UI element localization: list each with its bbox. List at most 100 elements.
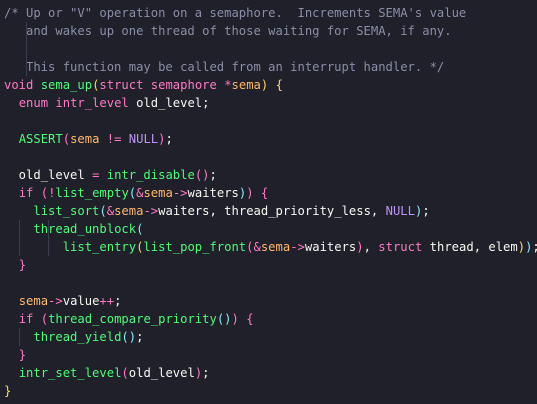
code-token: sema — [143, 186, 173, 200]
code-token: enum — [18, 96, 49, 110]
indent-guide — [26, 40, 28, 58]
indent-guide — [18, 328, 20, 346]
code-token: value — [62, 294, 100, 308]
code-line: sema->value++; — [0, 292, 537, 310]
code-line: } — [0, 346, 537, 364]
code-line: list_sort(&sema->waiters, thread_priorit… — [0, 202, 537, 220]
code-token: ) — [158, 132, 166, 146]
code-token: ( — [40, 312, 49, 326]
code-token: void — [4, 78, 34, 92]
code-token: ) — [246, 186, 254, 200]
code-token: -> — [48, 294, 63, 308]
code-line: list_entry(list_pop_front(&sema->waiters… — [0, 238, 537, 256]
code-token: ASSERT — [18, 132, 63, 146]
code-token: old_level; — [128, 96, 210, 110]
code-line: This function may be called from an inte… — [0, 58, 537, 76]
indent-guide — [18, 220, 20, 238]
code-token: list_sort — [33, 204, 100, 218]
code-token: ; — [114, 294, 122, 308]
code-token: NULL — [385, 204, 415, 218]
code-token: ( — [62, 132, 71, 146]
code-token: -> — [143, 204, 159, 218]
code-token: & — [253, 240, 261, 254]
code-line: } — [0, 382, 537, 400]
code-token: ; — [165, 132, 173, 146]
code-line: if (!list_empty(&sema->waiters)) { — [0, 184, 537, 202]
code-token: struct — [378, 240, 423, 254]
code-token: ; — [202, 366, 210, 380]
code-token: old_level — [128, 366, 195, 380]
code-line: if (thread_compare_priority()) { — [0, 310, 537, 328]
code-token: ( — [246, 240, 254, 254]
code-token: sema — [260, 240, 291, 254]
code-token: sema — [114, 204, 144, 218]
code-token: != — [106, 132, 122, 146]
code-editor[interactable]: /* Up or "V" operation on a semaphore. I… — [0, 0, 537, 404]
code-token: thread_compare_priority — [48, 312, 217, 326]
code-line — [0, 40, 537, 58]
code-token: if — [18, 312, 34, 326]
indent-guide — [48, 220, 50, 238]
code-line: ASSERT(sema != NULL); — [0, 130, 537, 148]
code-token: waiters — [304, 240, 357, 254]
code-token: } — [18, 258, 27, 272]
code-token: , — [363, 240, 379, 254]
code-token: old_level — [4, 168, 93, 182]
code-token: /* Up or "V" operation on a semaphore. I… — [4, 6, 467, 20]
code-line: thread_yield(); — [0, 328, 537, 346]
code-token: { — [246, 312, 254, 326]
code-token: thread, elem — [422, 240, 518, 254]
code-line: and wakes up one thread of those waiting… — [0, 22, 537, 40]
code-line: thread_unblock( — [0, 220, 537, 238]
code-token: sema — [231, 78, 261, 92]
code-token: list_pop_front — [143, 240, 247, 254]
code-token: list_empty — [55, 186, 129, 200]
indent-guide — [26, 22, 28, 40]
code-token: thread_yield — [33, 330, 122, 344]
indent-guide — [48, 238, 50, 256]
code-line: intr_set_level(old_level); — [0, 364, 537, 382]
code-token: () — [194, 168, 210, 182]
code-token: sema — [18, 294, 49, 308]
code-token: sema_up — [40, 78, 93, 92]
code-token: ) — [517, 240, 526, 254]
code-token: semaphore — [150, 78, 217, 92]
code-token: ( — [136, 222, 144, 236]
code-token: ( — [99, 204, 107, 218]
code-token: ; — [209, 168, 217, 182]
code-token: NULL — [128, 132, 159, 146]
code-token: -> — [290, 240, 305, 254]
code-token: ; — [532, 240, 537, 254]
code-token: } — [4, 384, 12, 398]
code-token: () — [216, 312, 232, 326]
indent-guide — [26, 58, 28, 76]
code-token: and wakes up one thread of those waiting… — [4, 24, 452, 38]
code-token: waiters, thread_priority_less, — [158, 204, 386, 218]
code-token: } — [18, 348, 27, 362]
code-token: This function may be called from an inte… — [4, 60, 445, 74]
code-token: ( — [40, 186, 49, 200]
code-token: sema — [70, 132, 100, 146]
code-token: ++ — [99, 294, 115, 308]
code-token: ( — [121, 366, 129, 380]
indent-guide — [18, 238, 20, 256]
